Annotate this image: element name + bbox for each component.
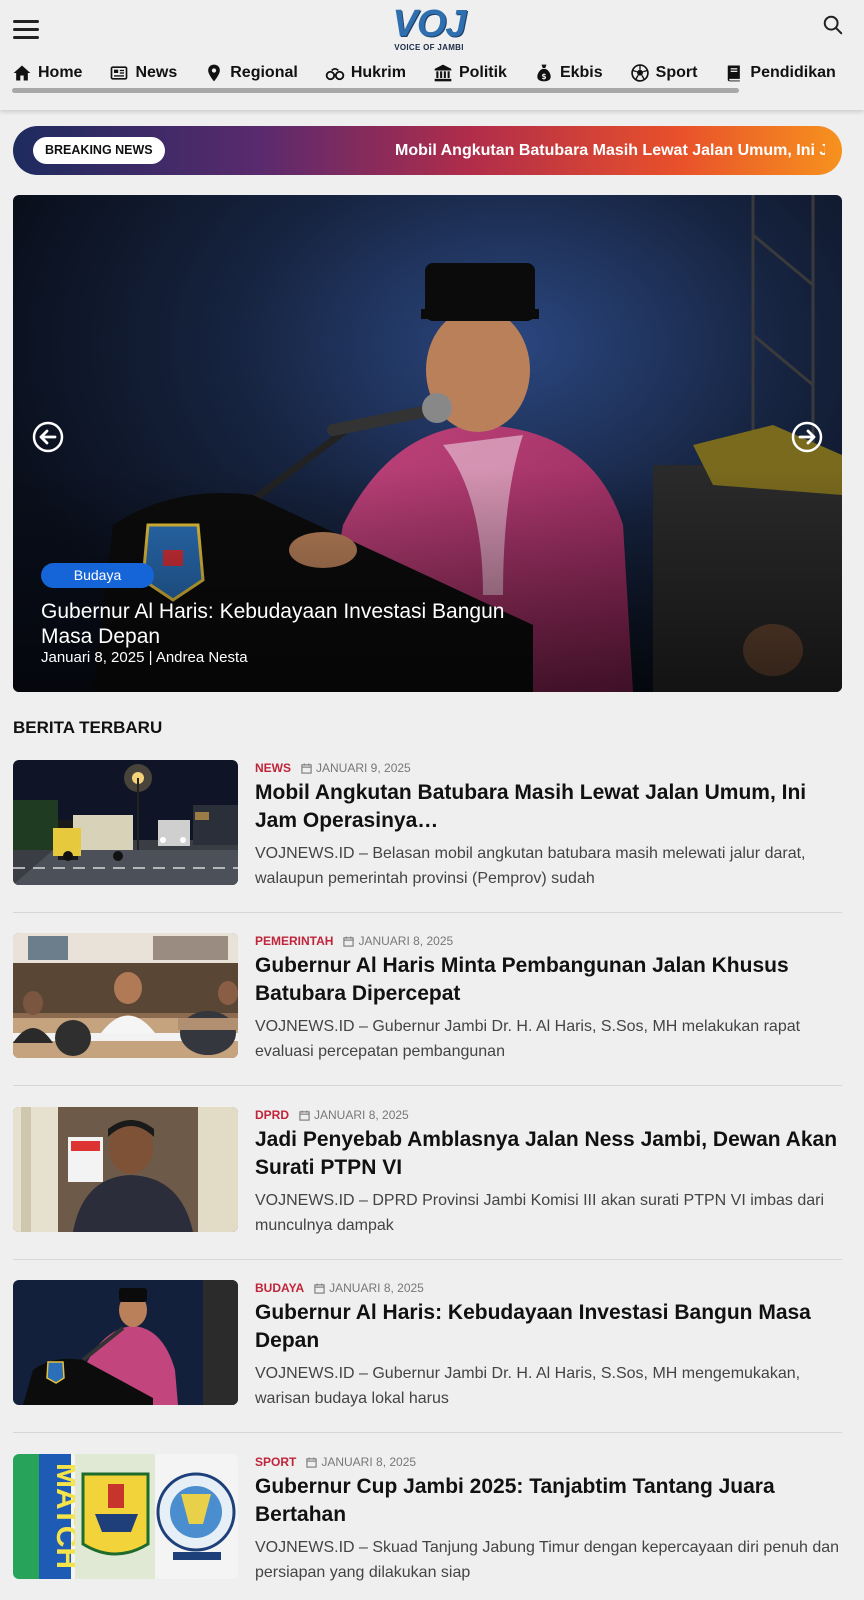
article-body: BUDAYA JANUARI 8, 2025 Gubernur Al Haris… xyxy=(255,1280,845,1411)
money-bag-icon: $ xyxy=(537,64,551,82)
search-icon[interactable] xyxy=(822,14,844,36)
article-meta: PEMERINTAH JANUARI 8, 2025 xyxy=(255,933,845,949)
slider-next-icon[interactable] xyxy=(791,421,823,453)
slider-prev-icon[interactable] xyxy=(32,421,64,453)
nav-label: Sport xyxy=(655,64,698,81)
article-body: SPORT JANUARI 8, 2025 Gubernur Cup Jambi… xyxy=(255,1454,845,1585)
article-item[interactable]: DPRD JANUARI 8, 2025 Jadi Penyebab Ambla… xyxy=(13,1107,842,1257)
article-category[interactable]: SPORT xyxy=(255,1455,296,1469)
home-icon xyxy=(13,65,31,81)
newspaper-icon xyxy=(111,66,128,80)
article-thumbnail[interactable] xyxy=(13,1107,238,1232)
nav-label: Regional xyxy=(230,64,298,81)
article-title[interactable]: Gubernur Al Haris: Kebudayaan Investasi … xyxy=(255,1299,845,1355)
article-date: JANUARI 8, 2025 xyxy=(314,1108,409,1122)
main-nav: Home News Regional Hukrim Politik $ Ekbi… xyxy=(12,60,863,86)
breaking-news-badge: BREAKING NEWS xyxy=(33,137,165,164)
article-divider xyxy=(13,1432,842,1433)
hero-slider[interactable]: Budaya Gubernur Al Haris: Kebudayaan Inv… xyxy=(13,195,842,692)
article-category[interactable]: NEWS xyxy=(255,761,291,775)
article-thumbnail[interactable]: MATCH xyxy=(13,1454,238,1579)
article-meta: SPORT JANUARI 8, 2025 xyxy=(255,1454,845,1470)
nav-scrollbar[interactable] xyxy=(12,88,739,93)
article-divider xyxy=(13,1259,842,1260)
site-logo[interactable]: VOJ VOICE OF JAMBI xyxy=(384,3,474,54)
book-icon xyxy=(728,65,741,82)
nav-item-sport[interactable]: Sport xyxy=(630,60,698,86)
article-item[interactable]: BUDAYA JANUARI 8, 2025 Gubernur Al Haris… xyxy=(13,1280,842,1430)
nav-item-ekbis[interactable]: $ Ekbis xyxy=(534,60,603,86)
nav-label: News xyxy=(135,64,178,81)
article-title[interactable]: Gubernur Al Haris Minta Pembangunan Jala… xyxy=(255,952,845,1008)
nav-item-politik[interactable]: Politik xyxy=(433,60,507,86)
hero-meta: Januari 8, 2025 | Andrea Nesta xyxy=(41,649,248,666)
article-title[interactable]: Mobil Angkutan Batubara Masih Lewat Jala… xyxy=(255,779,845,835)
article-category[interactable]: PEMERINTAH xyxy=(255,934,333,948)
svg-text:$: $ xyxy=(541,72,546,81)
article-excerpt: VOJNEWS.ID – DPRD Provinsi Jambi Komisi … xyxy=(255,1192,825,1234)
nav-label: Ekbis xyxy=(559,64,603,81)
article-body: PEMERINTAH JANUARI 8, 2025 Gubernur Al H… xyxy=(255,933,845,1064)
article-divider xyxy=(13,1085,842,1086)
nav-label: Pendidikan xyxy=(750,64,836,81)
article-category[interactable]: BUDAYA xyxy=(255,1281,304,1295)
article-date: JANUARI 8, 2025 xyxy=(321,1455,417,1469)
hero-category-badge[interactable]: Budaya xyxy=(41,563,154,588)
hamburger-menu-icon[interactable] xyxy=(13,20,39,40)
nav-label: Home xyxy=(38,64,83,81)
article-excerpt: VOJNEWS.ID – Gubernur Jambi Dr. H. Al Ha… xyxy=(255,1018,801,1060)
calendar-icon xyxy=(299,1109,310,1121)
logo-tagline: VOICE OF JAMBI xyxy=(394,43,464,52)
calendar-icon xyxy=(301,762,312,774)
landmark-icon xyxy=(434,64,452,82)
article-item[interactable]: NEWS JANUARI 9, 2025 Mobil Angkutan Batu… xyxy=(13,760,842,910)
article-thumbnail[interactable] xyxy=(13,760,238,885)
article-body: DPRD JANUARI 8, 2025 Jadi Penyebab Ambla… xyxy=(255,1107,845,1238)
article-title[interactable]: Jadi Penyebab Amblasnya Jalan Ness Jambi… xyxy=(255,1126,845,1182)
nav-item-regional[interactable]: Regional xyxy=(204,60,298,86)
nav-item-news[interactable]: News xyxy=(109,60,177,86)
article-excerpt: VOJNEWS.ID – Skuad Tanjung Jabung Timur … xyxy=(255,1539,840,1581)
article-meta: BUDAYA JANUARI 8, 2025 xyxy=(255,1280,845,1296)
article-title[interactable]: Gubernur Cup Jambi 2025: Tanjabtim Tanta… xyxy=(255,1473,845,1529)
nav-item-home[interactable]: Home xyxy=(12,60,82,86)
article-meta: NEWS JANUARI 9, 2025 xyxy=(255,760,845,776)
section-title: BERITA TERBARU xyxy=(13,718,163,737)
calendar-icon xyxy=(306,1456,317,1468)
article-category[interactable]: DPRD xyxy=(255,1108,289,1122)
logo-mark: VOJ xyxy=(392,3,466,45)
article-item[interactable]: PEMERINTAH JANUARI 8, 2025 Gubernur Al H… xyxy=(13,933,842,1083)
breaking-news-bar[interactable]: BREAKING NEWS Mobil Angkutan Batubara Ma… xyxy=(13,126,842,175)
article-date: JANUARI 9, 2025 xyxy=(316,761,411,775)
article-thumbnail[interactable] xyxy=(13,933,238,1058)
article-item[interactable]: MATCH SPORT JANUARI 8, 2025 Gubernur Cup… xyxy=(13,1454,842,1600)
nav-label: Hukrim xyxy=(350,64,406,81)
site-header: VOJ VOICE OF JAMBI Home News Regional Hu… xyxy=(0,0,864,110)
article-thumbnail[interactable] xyxy=(13,1280,238,1405)
article-excerpt: VOJNEWS.ID – Belasan mobil angkutan batu… xyxy=(255,845,806,887)
soccer-ball-icon xyxy=(630,64,649,82)
article-excerpt: VOJNEWS.ID – Gubernur Jambi Dr. H. Al Ha… xyxy=(255,1365,801,1407)
article-divider xyxy=(13,912,842,913)
hero-title[interactable]: Gubernur Al Haris: Kebudayaan Investasi … xyxy=(41,599,541,649)
nav-item-hukrim[interactable]: Hukrim xyxy=(325,60,406,86)
article-body: NEWS JANUARI 9, 2025 Mobil Angkutan Batu… xyxy=(255,760,845,891)
article-date: JANUARI 8, 2025 xyxy=(358,934,454,948)
calendar-icon xyxy=(343,935,355,947)
article-meta: DPRD JANUARI 8, 2025 xyxy=(255,1107,845,1123)
calendar-icon xyxy=(314,1282,325,1294)
nav-item-pendidikan[interactable]: Pendidikan xyxy=(724,60,836,86)
nav-label: Politik xyxy=(458,64,507,81)
breaking-news-text[interactable]: Mobil Angkutan Batubara Masih Lewat Jala… xyxy=(395,126,825,175)
map-pin-icon xyxy=(208,64,221,82)
article-date: JANUARI 8, 2025 xyxy=(329,1281,424,1295)
handcuffs-icon xyxy=(325,68,345,81)
